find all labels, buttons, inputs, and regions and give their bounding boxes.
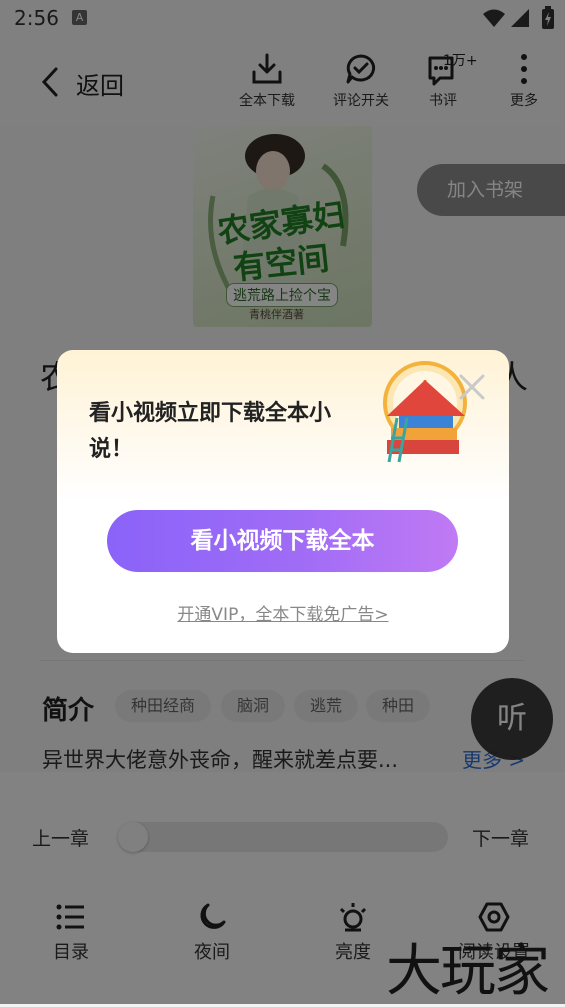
vip-ad-free-link[interactable]: 开通VIP，全本下载免广告> xyxy=(57,600,509,625)
watch-video-download-button[interactable]: 看小视频下载全本 xyxy=(107,510,458,572)
close-icon[interactable] xyxy=(455,370,489,404)
download-dialog: 看小视频立即下载全本小说！ 看小视频下载全本 开通VIP，全本下载免广告> xyxy=(57,350,509,653)
watermark-text: 大玩家 xyxy=(386,939,550,1004)
dialog-message: 看小视频立即下载全本小说！ xyxy=(89,401,332,462)
